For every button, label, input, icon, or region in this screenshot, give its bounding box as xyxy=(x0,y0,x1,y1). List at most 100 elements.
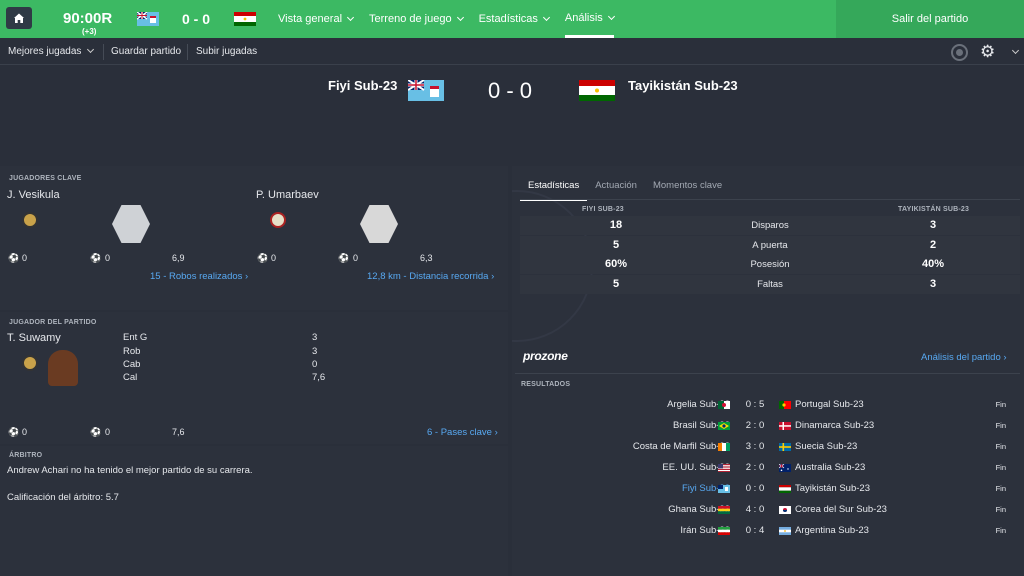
stat-row: 18 Disparos 3 xyxy=(520,216,1020,235)
portugal-flag-icon xyxy=(779,401,791,409)
motm-assists: 0 xyxy=(105,427,111,437)
referee-rating: Calificación del árbitro: 5.7 xyxy=(7,492,119,503)
denmark-flag-icon xyxy=(779,422,791,430)
referee-panel: ÁRBITRO Andrew Achari no ha tenido el me… xyxy=(0,446,508,576)
away-rating: 6,3 xyxy=(420,253,433,263)
tab-estadisticas[interactable]: Estadísticas xyxy=(520,175,588,201)
motm-player-name[interactable]: T. Suwamy xyxy=(7,332,61,344)
stat-label: Faltas xyxy=(757,279,783,290)
result-row[interactable]: Irán Sub-23 0 : 4 Argentina Sub-23 Fin xyxy=(515,520,1020,541)
home-team-name[interactable]: Fiyi Sub-23 xyxy=(328,78,397,93)
fiji-flag-icon xyxy=(718,485,730,493)
exit-match-button[interactable]: Salir del partido xyxy=(836,0,1024,38)
match-status: Fin xyxy=(995,484,1006,493)
stat-label: Disparos xyxy=(751,220,789,231)
stat-label: A puerta xyxy=(752,240,788,251)
home-stat: 5 xyxy=(612,278,620,290)
fiji-flag-icon xyxy=(408,80,444,101)
player-photo xyxy=(360,205,398,243)
home-stat: 60% xyxy=(604,258,628,270)
away-team: Dinamarca Sub-23 xyxy=(795,420,875,431)
away-stat: 3 xyxy=(929,278,937,290)
key-players-panel: JUGADORES CLAVE J. Vesikula ⚽ 0 ⚽ 0 6,9 … xyxy=(0,166,508,310)
top-score: 0 - 0 xyxy=(182,11,211,27)
result-row[interactable]: EE. UU. Sub-23 2 : 0 Australia Sub-23 Fi… xyxy=(515,457,1020,478)
home-stats-header: FIYI SUB-23 xyxy=(582,206,624,213)
nav-label: Estadísticas xyxy=(478,13,538,25)
sweden-flag-icon xyxy=(779,443,791,451)
result-row[interactable]: Brasil Sub-23 2 : 0 Dinamarca Sub-23 Fin xyxy=(515,415,1020,436)
chevron-down-icon xyxy=(542,13,550,22)
score: 4 : 0 xyxy=(745,504,765,515)
match-clock: 90:00R xyxy=(63,10,113,27)
fiji-flag-icon xyxy=(137,12,159,26)
away-stat: 40% xyxy=(921,258,945,270)
south-korea-flag-icon xyxy=(779,506,791,514)
nav-vista-general[interactable]: Vista general xyxy=(278,0,355,38)
divider xyxy=(187,44,188,60)
nav-label: Terreno de juego xyxy=(369,13,452,25)
home-rating: 6,9 xyxy=(172,253,185,263)
stat-row: 5 A puerta 2 xyxy=(520,236,1020,255)
home-goals: 0 xyxy=(22,253,28,263)
record-icon[interactable] xyxy=(951,44,968,61)
home-stat: 18 xyxy=(609,219,623,231)
result-row[interactable]: Costa de Marfil Sub-23 3 : 0 Suecia Sub-… xyxy=(515,436,1020,457)
goals-icon: ⚽ xyxy=(257,253,269,263)
tajikistan-flag-icon xyxy=(234,12,256,26)
nav-label: Análisis xyxy=(564,11,603,24)
match-analysis-link[interactable]: Análisis del partido › xyxy=(921,352,1007,363)
tackles-link[interactable]: 15 - Robos realizados › xyxy=(150,271,248,282)
result-row[interactable]: Fiyi Sub-23 0 : 0 Tayikistán Sub-23 Fin xyxy=(515,478,1020,499)
stat-row: 60% Posesión 40% xyxy=(520,255,1020,274)
gear-icon[interactable]: ⚙ xyxy=(980,43,995,61)
tab-actuacion[interactable]: Actuación xyxy=(587,175,645,201)
algeria-flag-icon xyxy=(718,401,730,409)
home-key-player-name[interactable]: J. Vesikula xyxy=(7,189,60,201)
upload-plays-button[interactable]: Subir jugadas xyxy=(196,46,257,57)
ivory-coast-flag-icon xyxy=(718,443,730,451)
stat-label: Rob xyxy=(123,346,141,357)
stat-row: 5 Faltas 3 xyxy=(520,275,1020,294)
nav-estadisticas[interactable]: Estadísticas xyxy=(478,0,550,38)
club-badge-icon xyxy=(22,212,38,228)
home-icon xyxy=(14,13,24,23)
nav-terreno-de-juego[interactable]: Terreno de juego xyxy=(369,0,464,38)
away-stat: 3 xyxy=(929,219,937,231)
chevron-down-icon xyxy=(456,13,464,22)
score: 3 : 0 xyxy=(745,441,765,452)
result-row[interactable]: Ghana Sub-23 4 : 0 Corea del Sur Sub-23 … xyxy=(515,499,1020,520)
stat-value: 3 xyxy=(312,346,318,357)
assists-icon: ⚽ xyxy=(90,427,102,437)
match-status: Fin xyxy=(995,526,1006,535)
section-title: JUGADORES CLAVE xyxy=(9,175,82,182)
stat-value: 3 xyxy=(312,332,318,343)
save-match-button[interactable]: Guardar partido xyxy=(111,46,181,57)
result-row[interactable]: Argelia Sub-23 0 : 5 Portugal Sub-23 Fin xyxy=(515,394,1020,415)
away-team: Suecia Sub-23 xyxy=(795,441,858,452)
goals-icon: ⚽ xyxy=(8,253,20,263)
stat-label: Cab xyxy=(123,359,141,370)
match-score: 0 - 0 xyxy=(488,78,533,103)
away-key-player-name[interactable]: P. Umarbaev xyxy=(256,189,319,201)
motm-goals: 0 xyxy=(22,427,28,437)
man-of-the-match-panel: JUGADOR DEL PARTIDO T. Suwamy Ent G 3 Ro… xyxy=(0,312,508,444)
home-button[interactable] xyxy=(6,7,32,29)
best-plays-label: Mejores jugadas xyxy=(8,46,82,57)
top-bar: 90:00R (+3) 0 - 0 Vista general Terreno … xyxy=(0,0,1024,38)
stats-tabs: Estadísticas Actuación Momentos clave xyxy=(520,175,730,201)
section-title: JUGADOR DEL PARTIDO xyxy=(9,319,97,326)
nav-label: Vista general xyxy=(278,13,343,25)
chevron-down-icon xyxy=(346,13,355,22)
nav-analisis[interactable]: Análisis xyxy=(564,0,615,38)
best-plays-button[interactable]: Mejores jugadas xyxy=(8,45,95,57)
away-goals: 0 xyxy=(271,253,277,263)
away-team: Argentina Sub-23 xyxy=(795,525,869,536)
added-time: (+3) xyxy=(82,27,97,36)
distance-link[interactable]: 12,8 km - Distancia recorrida › xyxy=(367,271,494,282)
usa-flag-icon xyxy=(718,464,730,472)
match-status: Fin xyxy=(995,505,1006,514)
tab-momentos-clave[interactable]: Momentos clave xyxy=(645,175,730,201)
key-passes-link[interactable]: 6 - Pases clave › xyxy=(427,427,498,438)
away-team-name[interactable]: Tayikistán Sub-23 xyxy=(628,78,738,93)
